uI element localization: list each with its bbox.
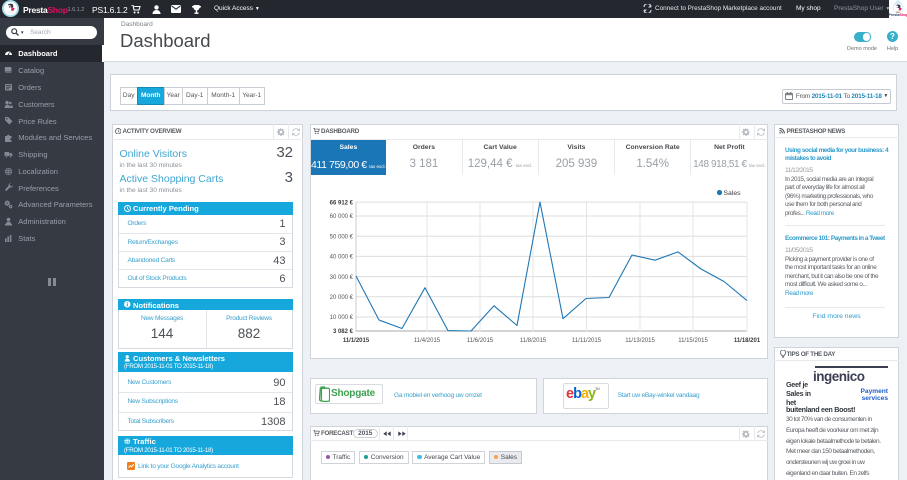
svg-text:3 082 €: 3 082 € (333, 329, 354, 335)
svg-text:11/15/2015: 11/15/2015 (678, 338, 708, 344)
svg-text:40 000 €: 40 000 € (330, 255, 354, 261)
svg-text:11/1/2015: 11/1/2015 (343, 338, 370, 344)
svg-text:30 000 €: 30 000 € (330, 275, 354, 281)
svg-text:11/18/201: 11/18/201 (734, 338, 761, 344)
svg-text:60 000 €: 60 000 € (330, 214, 354, 220)
svg-text:11/13/2015: 11/13/2015 (625, 338, 655, 344)
svg-text:11/6/2015: 11/6/2015 (467, 338, 494, 344)
svg-text:20 000 €: 20 000 € (330, 295, 354, 301)
svg-text:66 912 €: 66 912 € (330, 200, 354, 206)
svg-text:11/11/2015: 11/11/2015 (572, 338, 602, 344)
svg-text:11/8/2015: 11/8/2015 (520, 338, 547, 344)
svg-text:10 000 €: 10 000 € (330, 315, 354, 321)
svg-text:11/4/2015: 11/4/2015 (414, 338, 441, 344)
svg-text:Sales: Sales (724, 190, 742, 197)
svg-text:50 000 €: 50 000 € (330, 234, 354, 240)
